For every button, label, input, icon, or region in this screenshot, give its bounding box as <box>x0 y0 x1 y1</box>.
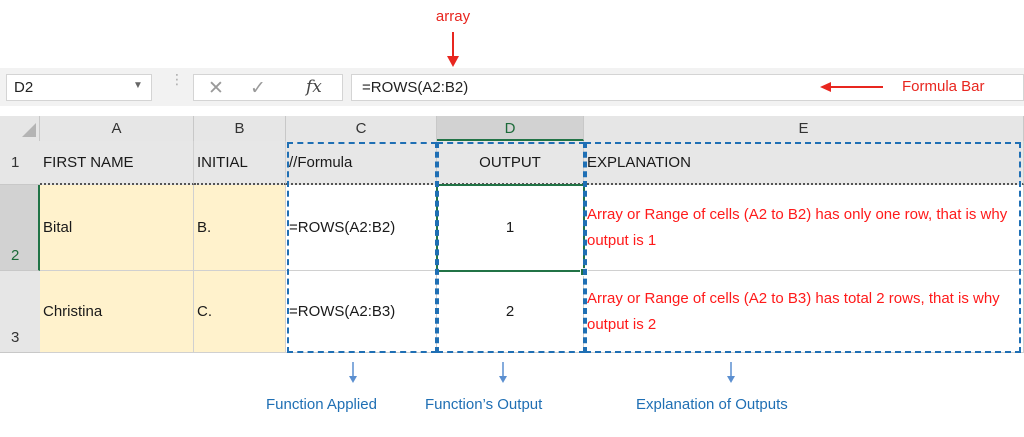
cell-d1[interactable]: OUTPUT <box>437 141 584 185</box>
name-box-value: D2 <box>14 79 34 96</box>
formula-bar: D2 ▼ ⋮ ✕ ✓ fx =ROWS(A2:B2) Formula Bar <box>0 68 1024 106</box>
select-all-triangle-icon <box>22 123 36 137</box>
formula-bar-annotation: Formula Bar <box>902 78 985 95</box>
column-header-b[interactable]: B <box>194 116 286 141</box>
function-applied-label: Function Applied <box>266 396 377 413</box>
cell-a1[interactable]: FIRST NAME <box>40 141 194 185</box>
cell-d3[interactable]: 2 <box>437 271 584 353</box>
fill-handle[interactable] <box>580 268 588 276</box>
formula-buttons: ✕ ✓ fx <box>193 74 343 101</box>
cell-e2[interactable]: Array or Range of cells (A2 to B2) has o… <box>584 185 1024 271</box>
name-box[interactable]: D2 ▼ <box>6 74 152 101</box>
column-header-e[interactable]: E <box>584 116 1024 141</box>
select-all-corner[interactable] <box>0 116 40 141</box>
cell-e3[interactable]: Array or Range of cells (A2 to B3) has t… <box>584 271 1024 353</box>
array-annotation: array <box>435 8 471 25</box>
cell-a2[interactable]: Bital <box>40 185 194 271</box>
column-header-a[interactable]: A <box>40 116 194 141</box>
cell-c1[interactable]: //Formula <box>286 141 437 185</box>
formula-bar-arrow-icon <box>820 82 883 92</box>
cell-e1[interactable]: EXPLANATION <box>584 141 1024 185</box>
formula-text: =ROWS(A2:B2) <box>362 79 469 96</box>
grip-dots-icon: ⋮ <box>170 71 184 87</box>
active-cell-border <box>436 184 585 272</box>
cell-b1[interactable]: INITIAL <box>194 141 286 185</box>
close-icon[interactable]: ✕ <box>208 77 224 100</box>
cell-c3[interactable]: =ROWS(A2:B3) <box>286 271 437 353</box>
functions-output-label: Function’s Output <box>425 396 543 413</box>
row-header-1[interactable]: 1 <box>0 141 40 185</box>
chevron-down-icon[interactable]: ▼ <box>133 80 143 91</box>
function-applied-arrow-icon <box>349 362 357 383</box>
cell-b3[interactable]: C. <box>194 271 286 353</box>
functions-output-arrow-icon <box>499 362 507 383</box>
column-header-d[interactable]: D <box>437 116 584 141</box>
explanation-of-outputs-label: Explanation of Outputs <box>636 396 788 413</box>
cell-b2[interactable]: B. <box>194 185 286 271</box>
column-header-c[interactable]: C <box>286 116 437 141</box>
cell-c2[interactable]: =ROWS(A2:B2) <box>286 185 437 271</box>
array-arrow-icon <box>447 32 459 67</box>
explanation-arrow-icon <box>727 362 735 383</box>
cell-a3[interactable]: Christina <box>40 271 194 353</box>
check-icon[interactable]: ✓ <box>250 77 266 100</box>
row-header-3[interactable]: 3 <box>0 271 40 353</box>
row-header-2[interactable]: 2 <box>0 185 40 271</box>
fx-icon[interactable]: fx <box>306 77 322 97</box>
